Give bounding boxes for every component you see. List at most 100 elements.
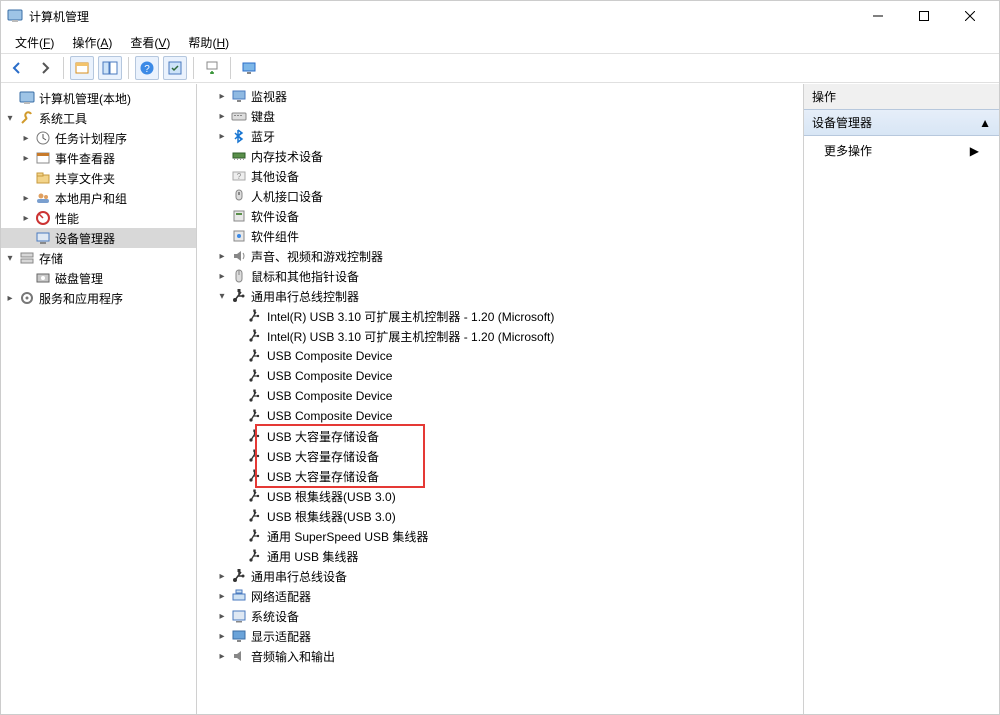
device-tree[interactable]: ▸监视器▸键盘▸蓝牙▸内存技术设备▸?其他设备▸人机接口设备▸软件设备▸软件组件… <box>197 86 803 666</box>
tree-item-usb-composite-device[interactable]: ▸USB Composite Device <box>197 406 803 426</box>
tree-item-label: 内存技术设备 <box>251 148 323 165</box>
tree-item-label: 网络适配器 <box>251 588 311 605</box>
tree-item--[interactable]: ▸任务计划程序 <box>1 128 196 148</box>
tree-item-label: 监视器 <box>251 88 287 105</box>
tree-item--[interactable]: ▸ 监视器 <box>197 86 803 106</box>
tree-item--[interactable]: ▾通用串行总线控制器 <box>197 286 803 306</box>
usb-icon <box>247 348 263 364</box>
close-button[interactable] <box>947 1 993 31</box>
tree-item--[interactable]: ▾存储 <box>1 248 196 268</box>
tree-item-label: USB 大容量存储设备 <box>267 428 379 445</box>
bluetooth-icon <box>231 128 247 144</box>
back-button[interactable] <box>5 56 29 80</box>
menu-action[interactable]: 操作(A) <box>64 32 120 53</box>
twisty-closed-icon[interactable]: ▸ <box>19 191 33 205</box>
tree-item--[interactable]: ▸计算机管理(本地) <box>1 88 196 108</box>
tree-item-usb-[interactable]: ▸USB 大容量存储设备 <box>197 446 803 466</box>
tree-item-label: 软件组件 <box>251 228 299 245</box>
tools-icon <box>19 110 35 126</box>
tree-item--[interactable]: ▸ 本地用户和组 <box>1 188 196 208</box>
refresh-button[interactable] <box>200 56 224 80</box>
tree-item-label: 通用 SuperSpeed USB 集线器 <box>267 528 428 545</box>
tree-item-usb-composite-device[interactable]: ▸USB Composite Device <box>197 386 803 406</box>
tree-item-usb-usb-3-0-[interactable]: ▸USB 根集线器(USB 3.0) <box>197 486 803 506</box>
tree-item--[interactable]: ▾ 系统工具 <box>1 108 196 128</box>
twisty-closed-icon[interactable]: ▸ <box>215 569 229 583</box>
more-actions-item[interactable]: 更多操作 ▶ <box>804 136 999 165</box>
tree-item--[interactable]: ▸内存技术设备 <box>197 146 803 166</box>
tree-item-label: 性能 <box>55 210 79 227</box>
twisty-open-icon[interactable]: ▾ <box>3 111 17 125</box>
twisty-closed-icon[interactable]: ▸ <box>215 249 229 263</box>
twisty-closed-icon[interactable]: ▸ <box>215 589 229 603</box>
tree-item--[interactable]: ▸显示适配器 <box>197 626 803 646</box>
twisty-closed-icon[interactable]: ▸ <box>215 89 229 103</box>
twisty-closed-icon[interactable]: ▸ <box>215 269 229 283</box>
monitor-button[interactable] <box>237 56 261 80</box>
tree-item-usb-usb-3-0-[interactable]: ▸USB 根集线器(USB 3.0) <box>197 506 803 526</box>
forward-button[interactable] <box>33 56 57 80</box>
tree-item--[interactable]: ▸人机接口设备 <box>197 186 803 206</box>
tree-item--usb-[interactable]: ▸通用 USB 集线器 <box>197 546 803 566</box>
usb-icon <box>247 468 263 484</box>
tree-item--[interactable]: ▸软件设备 <box>197 206 803 226</box>
tree-item--[interactable]: ▸鼠标和其他指针设备 <box>197 266 803 286</box>
help-button[interactable]: ? <box>135 56 159 80</box>
titlebar[interactable]: 计算机管理 <box>1 1 999 31</box>
tree-item-label: 系统工具 <box>39 110 87 127</box>
tree-item--[interactable]: ▸共享文件夹 <box>1 168 196 188</box>
twisty-closed-icon[interactable]: ▸ <box>3 291 17 305</box>
twisty-open-icon[interactable]: ▾ <box>3 251 17 265</box>
tree-item--[interactable]: ▸ 网络适配器 <box>197 586 803 606</box>
tree-item--superspeed-usb-[interactable]: ▸通用 SuperSpeed USB 集线器 <box>197 526 803 546</box>
usb-icon <box>247 548 263 564</box>
window-title: 计算机管理 <box>29 8 89 25</box>
tree-item--[interactable]: ▸服务和应用程序 <box>1 288 196 308</box>
twisty-closed-icon[interactable]: ▸ <box>215 109 229 123</box>
menu-help[interactable]: 帮助(H) <box>180 32 237 53</box>
tree-item--[interactable]: ▸通用串行总线设备 <box>197 566 803 586</box>
tree-item--[interactable]: ▸蓝牙 <box>197 126 803 146</box>
tree-item--[interactable]: ▸?其他设备 <box>197 166 803 186</box>
tree-item-label: 共享文件夹 <box>55 170 115 187</box>
twisty-closed-icon[interactable]: ▸ <box>215 129 229 143</box>
actions-section-label: 设备管理器 <box>812 114 872 131</box>
actions-panel: 操作 设备管理器 ▲ 更多操作 ▶ <box>803 84 999 714</box>
tree-item--[interactable]: ▸ 性能 <box>1 208 196 228</box>
tree-item-intel-r-usb-3-10-1-20-microsoft-[interactable]: ▸Intel(R) USB 3.10 可扩展主机控制器 - 1.20 (Micr… <box>197 326 803 346</box>
keyboard-icon <box>231 108 247 124</box>
memory-icon <box>231 148 247 164</box>
minimize-button[interactable] <box>855 1 901 31</box>
tree-item--[interactable]: ▸事件查看器 <box>1 148 196 168</box>
tree-item--[interactable]: ▸系统设备 <box>197 606 803 626</box>
usb-icon <box>247 508 263 524</box>
tree-item-usb-[interactable]: ▸USB 大容量存储设备 <box>197 466 803 486</box>
maximize-button[interactable] <box>901 1 947 31</box>
twisty-open-icon[interactable]: ▾ <box>215 289 229 303</box>
tree-item-label: 本地用户和组 <box>55 190 127 207</box>
twisty-closed-icon[interactable]: ▸ <box>215 609 229 623</box>
tree-item--[interactable]: ▸磁盘管理 <box>1 268 196 288</box>
twisty-closed-icon[interactable]: ▸ <box>19 211 33 225</box>
services-apps-icon <box>19 290 35 306</box>
twisty-closed-icon[interactable]: ▸ <box>215 629 229 643</box>
twisty-closed-icon[interactable]: ▸ <box>19 151 33 165</box>
tree-item--[interactable]: ▸键盘 <box>197 106 803 126</box>
properties-button[interactable] <box>70 56 94 80</box>
tree-item-intel-r-usb-3-10-1-20-microsoft-[interactable]: ▸Intel(R) USB 3.10 可扩展主机控制器 - 1.20 (Micr… <box>197 306 803 326</box>
tree-item-usb-composite-device[interactable]: ▸USB Composite Device <box>197 346 803 366</box>
tree-item--[interactable]: ▸软件组件 <box>197 226 803 246</box>
show-hide-button[interactable] <box>98 56 122 80</box>
tree-item--[interactable]: ▸音频输入和输出 <box>197 646 803 666</box>
tree-item--[interactable]: ▸声音、视频和游戏控制器 <box>197 246 803 266</box>
twisty-closed-icon[interactable]: ▸ <box>19 131 33 145</box>
menu-view[interactable]: 查看(V) <box>122 32 178 53</box>
action-button[interactable] <box>163 56 187 80</box>
tree-item--[interactable]: ▸设备管理器 <box>1 228 196 248</box>
actions-section-header[interactable]: 设备管理器 ▲ <box>803 109 999 136</box>
tree-item-usb-[interactable]: ▸USB 大容量存储设备 <box>197 426 803 446</box>
menu-file[interactable]: 文件(F) <box>7 32 62 53</box>
nav-tree[interactable]: ▸计算机管理(本地)▾系统工具▸任务计划程序▸事件查看器▸共享文件夹▸本地用户和… <box>1 88 196 308</box>
twisty-closed-icon[interactable]: ▸ <box>215 649 229 663</box>
tree-item-usb-composite-device[interactable]: ▸USB Composite Device <box>197 366 803 386</box>
